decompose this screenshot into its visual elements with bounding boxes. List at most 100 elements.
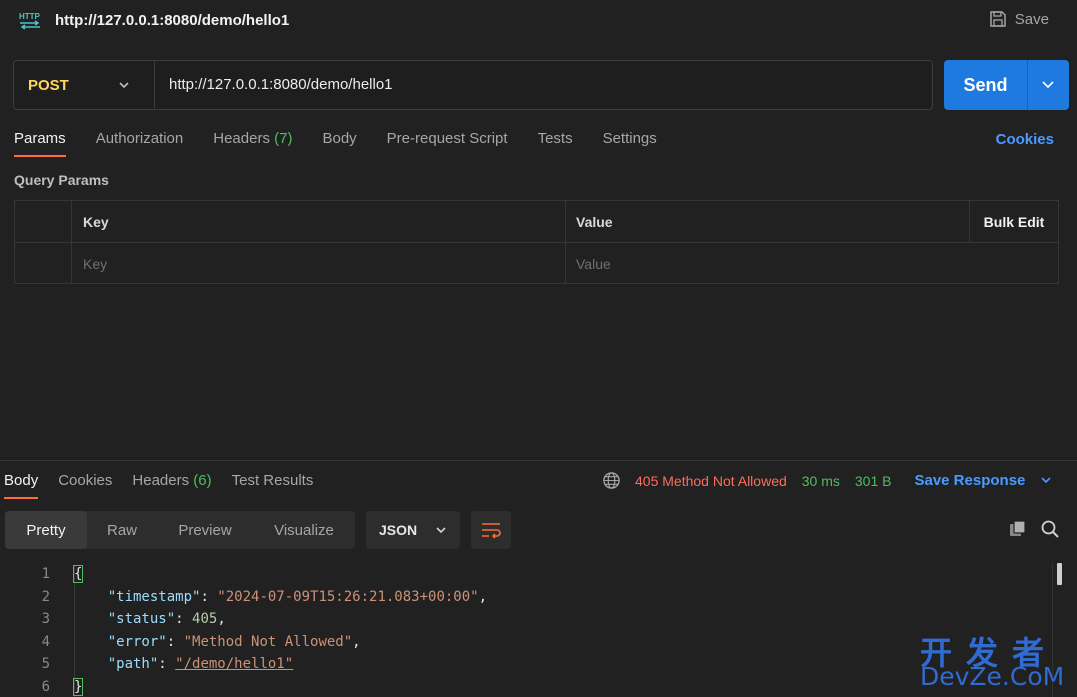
brace: }: [72, 678, 84, 696]
value-column-header: Value: [576, 213, 613, 230]
url-input[interactable]: http://127.0.0.1:8080/demo/hello1: [169, 76, 393, 93]
request-title: http://127.0.0.1:8080/demo/hello1: [55, 12, 290, 29]
wrap-lines-button[interactable]: [471, 511, 511, 549]
tab-label: Test Results: [231, 472, 314, 489]
tab-response-headers[interactable]: Headers (6): [132, 472, 211, 499]
value-input[interactable]: Value: [566, 243, 1055, 284]
json-value-link[interactable]: "/demo/hello1": [175, 656, 293, 672]
cookies-link[interactable]: Cookies: [996, 131, 1054, 148]
wrap-icon: [482, 523, 501, 539]
save-response-button[interactable]: Save Response: [914, 472, 1051, 489]
json-value: 405: [192, 611, 218, 627]
response-body-code[interactable]: 1 2 3 4 5 6 { "timestamp": "2024-07-09T1…: [0, 563, 1077, 697]
code-line: "status": 405,: [107, 611, 226, 627]
tab-response-cookies[interactable]: Cookies: [58, 472, 112, 499]
send-divider: [1027, 60, 1028, 110]
line-number: 5: [41, 656, 50, 672]
view-raw[interactable]: Raw: [87, 511, 157, 549]
code-line: "path": "/demo/hello1": [107, 656, 294, 672]
globe-icon[interactable]: [602, 471, 621, 490]
scrollbar-thumb[interactable]: [1057, 563, 1062, 585]
brace: {: [72, 565, 84, 583]
json-key: "path": [107, 656, 159, 672]
tab-settings[interactable]: Settings: [603, 130, 657, 157]
code-line: "timestamp": "2024-07-09T15:26:21.083+00…: [107, 589, 488, 605]
tab-label: Headers: [132, 472, 190, 489]
line-number: 3: [41, 611, 50, 627]
code-line: "error": "Method Not Allowed",: [107, 634, 361, 650]
tab-label: Params: [14, 130, 66, 147]
row-checkbox-cell: [15, 243, 72, 284]
response-time[interactable]: 30 ms: [802, 473, 840, 489]
json-key: "error": [107, 634, 167, 650]
top-bar: HTTP http://127.0.0.1:8080/demo/hello1 S…: [0, 0, 1077, 42]
request-tabs: Params Authorization Headers (7) Body Pr…: [14, 130, 687, 157]
key-input[interactable]: Key: [72, 243, 566, 284]
watermark-en: DevZe.CoM: [920, 662, 1065, 691]
tab-test-results[interactable]: Test Results: [232, 472, 314, 499]
view-mode-bar: Pretty Raw Preview Visualize: [5, 511, 355, 549]
code-line: {: [72, 565, 84, 583]
tab-headers[interactable]: Headers (7): [213, 130, 292, 157]
line-number: 2: [41, 589, 50, 605]
params-table: Key Value Bulk Edit Key Value: [14, 200, 1059, 284]
tab-label: Cookies: [58, 472, 113, 489]
json-key: "status": [107, 611, 176, 627]
status-code[interactable]: 405 Method Not Allowed: [635, 473, 787, 489]
line-number: 1: [41, 566, 50, 582]
response-status-bar: 405 Method Not Allowed 30 ms 301 B Save …: [602, 471, 1052, 490]
json-value: "Method Not Allowed": [183, 634, 353, 650]
method-select[interactable]: POST: [14, 61, 155, 109]
http-icon: HTTP: [18, 10, 42, 30]
chevron-down-icon: [1040, 477, 1051, 484]
pane-divider[interactable]: [0, 460, 1077, 461]
send-label: Send: [963, 74, 1008, 95]
json-value: "2024-07-09T15:26:21.083+00:00": [217, 589, 479, 605]
save-label: Save: [1014, 10, 1049, 28]
tab-body[interactable]: Body: [322, 130, 356, 157]
tab-label: Authorization: [95, 130, 184, 147]
tab-label: Body: [322, 130, 357, 147]
tab-label: Headers: [213, 130, 270, 147]
save-icon: [990, 11, 1006, 27]
code-line: }: [72, 678, 84, 696]
view-preview[interactable]: Preview: [157, 511, 253, 549]
tab-label: Settings: [602, 130, 657, 147]
line-number: 4: [41, 634, 50, 650]
query-params-label: Query Params: [14, 172, 109, 188]
tab-tests[interactable]: Tests: [538, 130, 573, 157]
json-key: "timestamp": [107, 589, 201, 605]
tab-label: Tests: [537, 130, 573, 147]
response-size[interactable]: 301 B: [855, 473, 892, 489]
tab-response-body[interactable]: Body: [4, 472, 39, 499]
watermark-logo: 开发者 DevZe.CoM: [918, 628, 1068, 692]
view-pretty[interactable]: Pretty: [5, 511, 87, 549]
tab-count: (6): [193, 472, 212, 489]
svg-text:HTTP: HTTP: [19, 12, 41, 21]
tab-authorization[interactable]: Authorization: [96, 130, 184, 157]
request-bar: POST http://127.0.0.1:8080/demo/hello1: [13, 60, 933, 110]
tab-params[interactable]: Params: [14, 130, 66, 157]
tab-label: Pre-request Script: [386, 130, 508, 147]
format-select[interactable]: JSON: [366, 511, 460, 549]
line-number: 6: [41, 679, 50, 695]
chevron-down-icon: [119, 82, 129, 89]
chevron-down-icon: [436, 527, 446, 534]
response-tabs: Body Cookies Headers (6) Test Results: [4, 472, 333, 499]
bulk-edit-button[interactable]: Bulk Edit: [969, 201, 1058, 242]
tab-count: (7): [274, 130, 293, 147]
tab-pre-request-script[interactable]: Pre-request Script: [387, 130, 508, 157]
tab-label: Body: [4, 472, 39, 489]
save-button[interactable]: Save: [989, 10, 1049, 28]
chevron-down-icon[interactable]: [1041, 79, 1055, 91]
checkbox-column: [15, 201, 72, 242]
save-response-label: Save Response: [914, 472, 1026, 489]
method-label: POST: [28, 76, 69, 94]
send-button[interactable]: Send: [944, 60, 1069, 110]
table-row: Key Value: [15, 243, 1058, 284]
view-visualize[interactable]: Visualize: [253, 511, 355, 549]
table-header-row: Key Value Bulk Edit: [15, 201, 1058, 243]
search-icon[interactable]: [1040, 519, 1060, 544]
key-column-header: Key: [72, 201, 566, 242]
copy-icon[interactable]: [1008, 519, 1028, 544]
